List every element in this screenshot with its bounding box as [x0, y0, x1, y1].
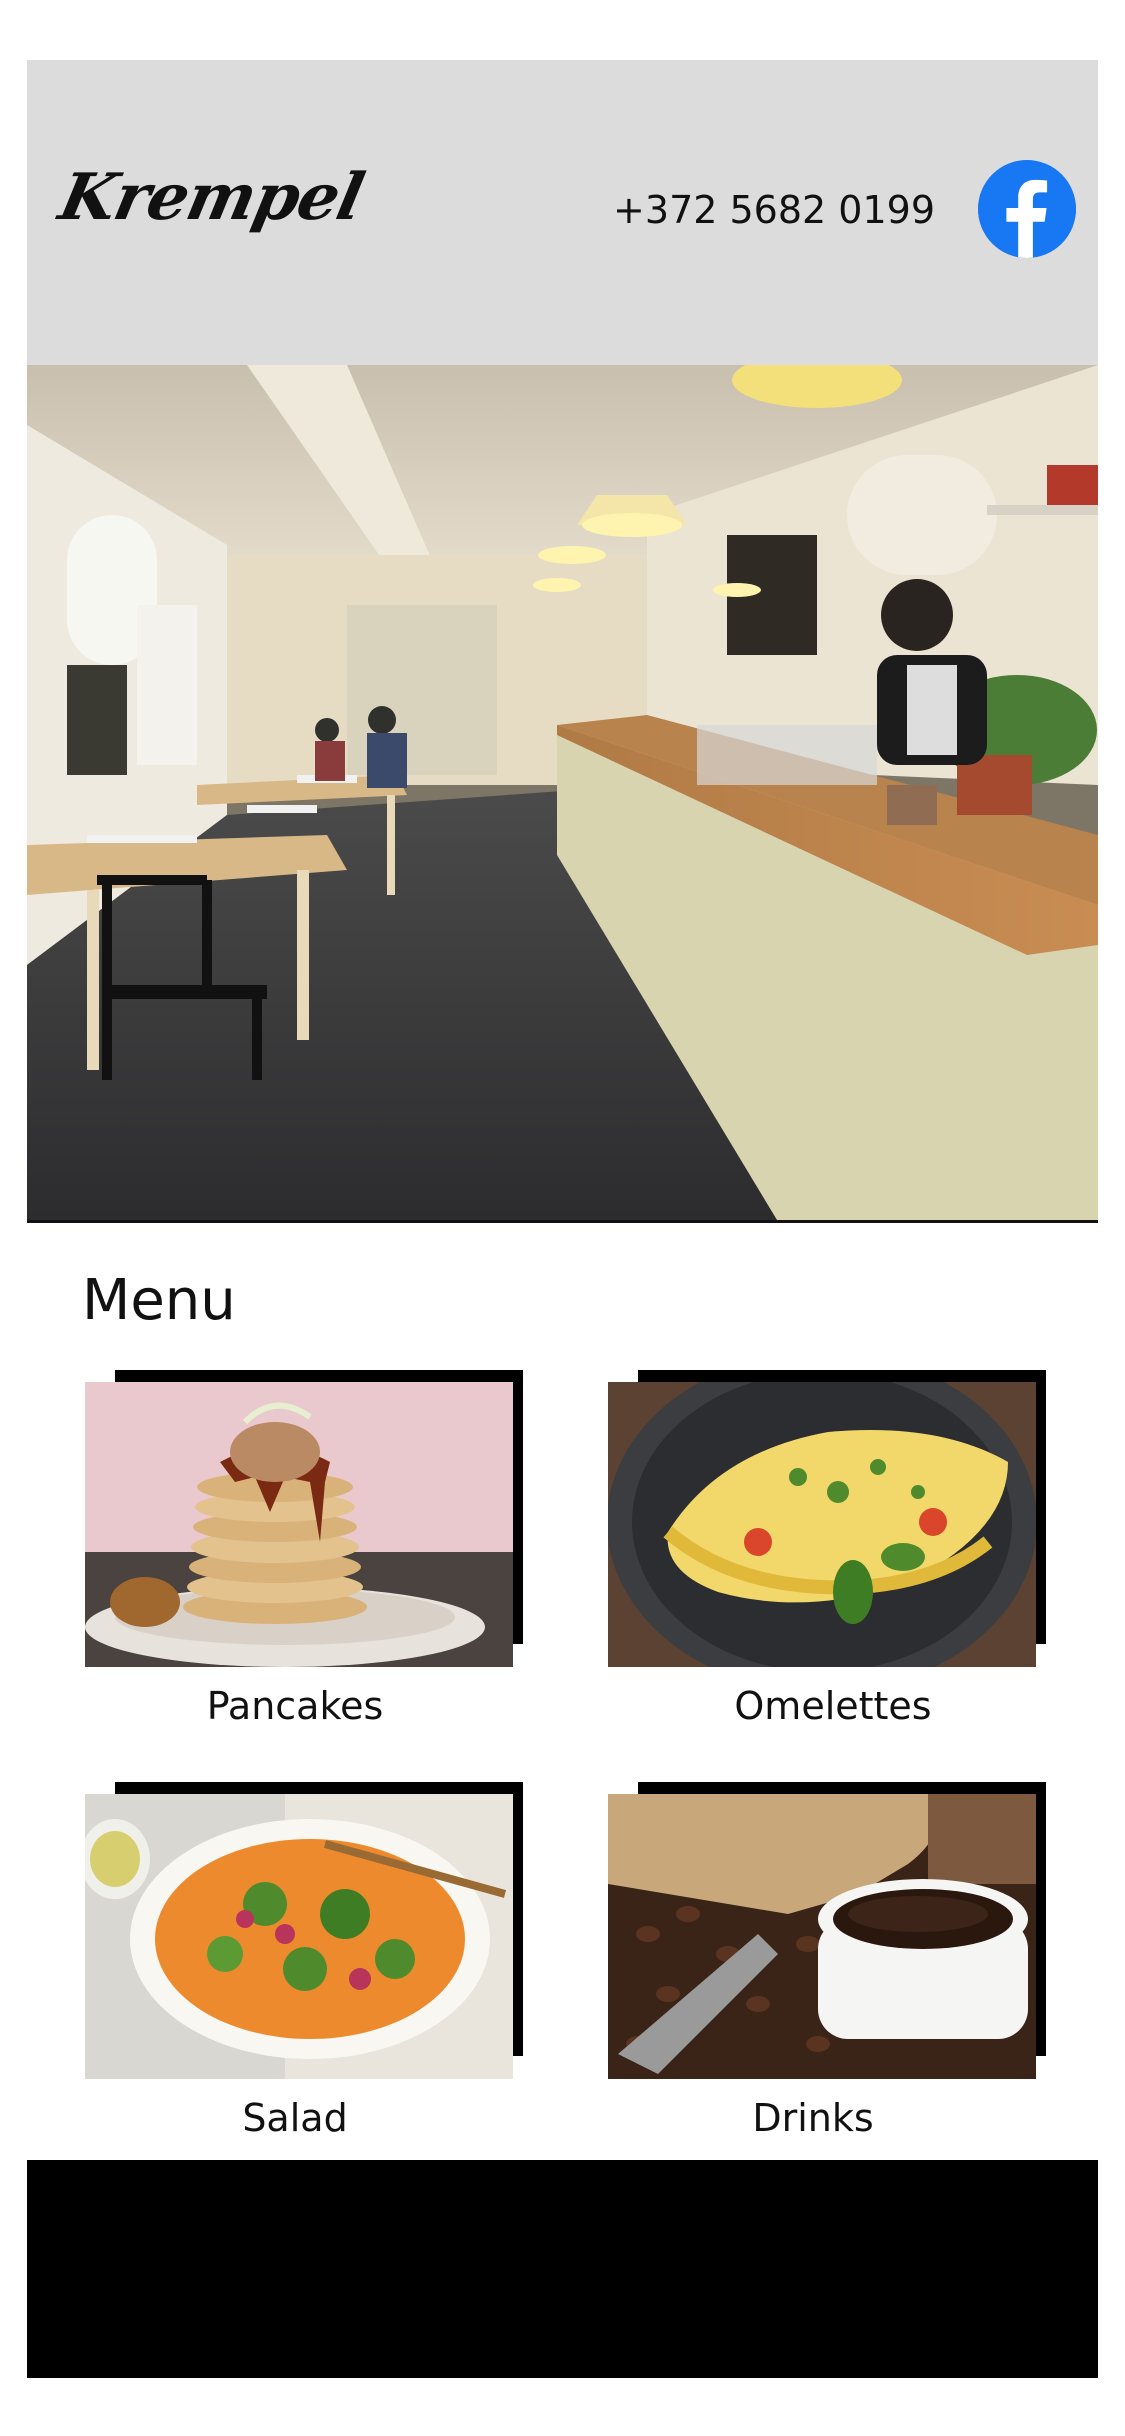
coffee-photo[interactable]	[608, 1794, 1036, 2079]
pancakes-photo[interactable]	[85, 1382, 513, 1667]
site-footer	[27, 2160, 1098, 2378]
page: Krempel +372 5682 0199 Menu Pancakes Ome…	[0, 0, 1125, 2436]
salad-photo[interactable]	[85, 1794, 513, 2079]
facebook-icon[interactable]	[978, 160, 1076, 258]
menu-heading: Menu	[82, 1268, 236, 1333]
menu-item-label: Drinks	[752, 2096, 874, 2140]
menu-item-label: Salad	[242, 2096, 348, 2140]
menu-item-label: Pancakes	[206, 1684, 384, 1728]
omelette-photo[interactable]	[608, 1382, 1036, 1667]
site-header: Krempel +372 5682 0199	[27, 60, 1098, 365]
logo[interactable]: Krempel	[53, 160, 370, 235]
cafe-interior-photo	[27, 365, 1098, 1223]
menu-item-label: Omelettes	[734, 1684, 932, 1728]
phone-number[interactable]: +372 5682 0199	[613, 188, 935, 232]
